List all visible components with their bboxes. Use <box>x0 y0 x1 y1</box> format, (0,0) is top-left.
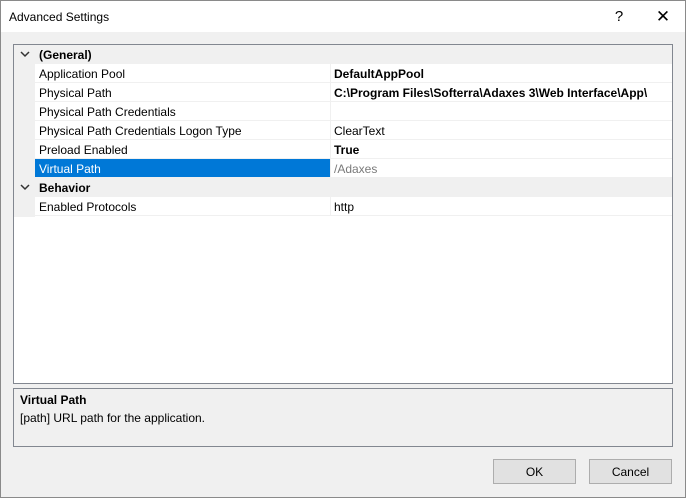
property-name: Physical Path <box>39 86 112 100</box>
property-value[interactable]: ClearText <box>334 124 385 138</box>
chevron-down-icon[interactable] <box>17 178 33 197</box>
property-row-preload-enabled[interactable]: Preload Enabled True <box>14 140 672 159</box>
ok-button[interactable]: OK <box>493 459 576 484</box>
category-general[interactable]: (General) <box>14 45 672 64</box>
category-label: Behavior <box>39 181 91 195</box>
property-name: Application Pool <box>39 67 126 81</box>
close-button[interactable]: ✕ <box>641 1 685 32</box>
property-name: Virtual Path <box>39 162 101 176</box>
help-button[interactable]: ? <box>597 1 641 32</box>
property-row-physical-path-credentials[interactable]: Physical Path Credentials <box>14 102 672 121</box>
category-behavior[interactable]: Behavior <box>14 178 672 197</box>
property-row-enabled-protocols[interactable]: Enabled Protocols http <box>14 197 672 216</box>
help-title: Virtual Path <box>20 393 87 407</box>
help-description: [path] URL path for the application. <box>20 411 206 425</box>
property-grid[interactable]: (General) Application Pool DefaultAppPoo… <box>13 44 673 384</box>
property-value[interactable]: http <box>334 200 354 214</box>
property-value[interactable]: DefaultAppPool <box>334 67 424 81</box>
property-name: Physical Path Credentials Logon Type <box>39 124 242 138</box>
advanced-settings-dialog: Advanced Settings ? ✕ (General) Applicat… <box>0 0 686 498</box>
property-value[interactable]: True <box>334 143 359 157</box>
window-title: Advanced Settings <box>9 10 110 24</box>
property-row-virtual-path[interactable]: Virtual Path /Adaxes <box>14 159 672 178</box>
property-value[interactable]: C:\Program Files\Softerra\Adaxes 3\Web I… <box>334 86 647 100</box>
property-row-physical-path[interactable]: Physical Path C:\Program Files\Softerra\… <box>14 83 672 102</box>
title-bar: Advanced Settings ? ✕ <box>1 1 685 32</box>
category-label: (General) <box>39 48 92 62</box>
property-row-application-pool[interactable]: Application Pool DefaultAppPool <box>14 64 672 83</box>
chevron-down-icon[interactable] <box>17 45 33 64</box>
help-panel: Virtual Path [path] URL path for the app… <box>13 388 673 447</box>
cancel-button[interactable]: Cancel <box>589 459 672 484</box>
property-name: Enabled Protocols <box>39 200 137 214</box>
property-name: Physical Path Credentials <box>39 105 176 119</box>
property-value[interactable]: /Adaxes <box>334 162 377 176</box>
property-row-logon-type[interactable]: Physical Path Credentials Logon Type Cle… <box>14 121 672 140</box>
property-name: Preload Enabled <box>39 143 128 157</box>
